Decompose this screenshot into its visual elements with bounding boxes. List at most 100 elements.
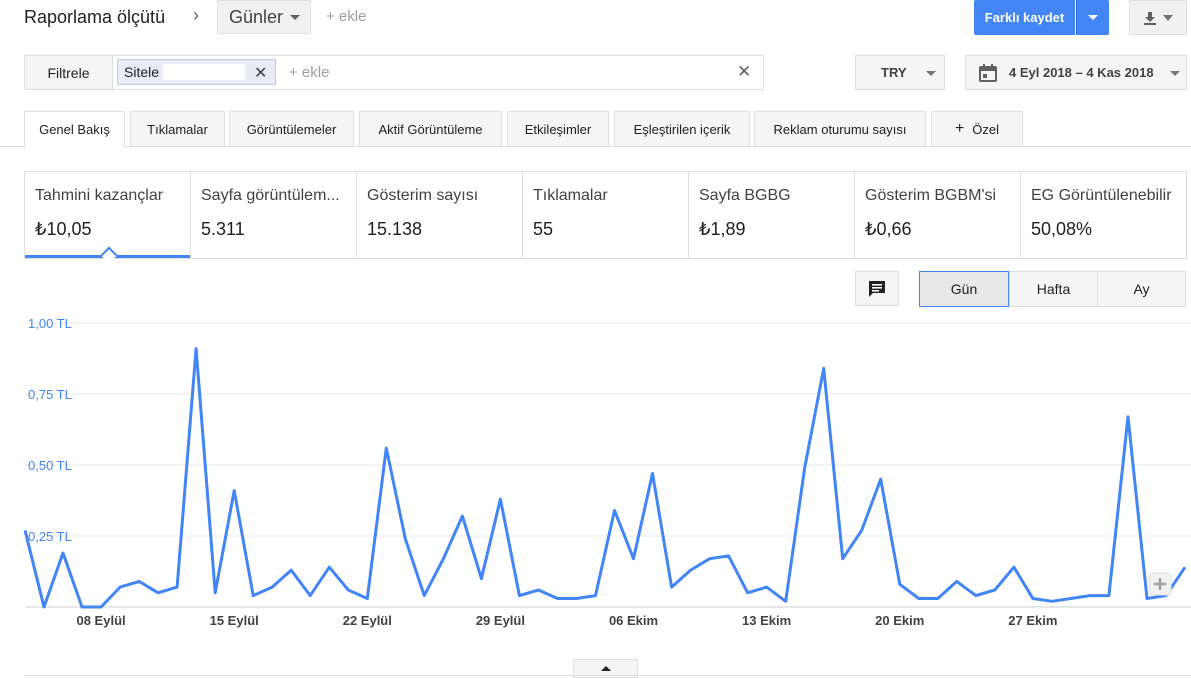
data-point[interactable]	[670, 585, 674, 589]
data-point[interactable]	[175, 585, 179, 589]
date-range-picker[interactable]: 4 Eyl 2018 – 4 Kas 2018	[965, 55, 1187, 90]
kpi-card-active-view-viewable[interactable]: EG Görüntülenebilir 50,08%	[1021, 172, 1187, 258]
tab-interactions[interactable]: Etkileşimler	[507, 111, 609, 147]
data-point[interactable]	[803, 466, 807, 470]
filter-chip[interactable]: Sitele	[117, 59, 276, 85]
kpi-label: Gösterim sayısı	[367, 187, 479, 204]
data-point[interactable]	[327, 565, 331, 569]
clear-filter-icon[interactable]: ✕	[737, 62, 751, 82]
data-point[interactable]	[384, 446, 388, 450]
data-point[interactable]	[632, 557, 636, 561]
granularity-day-button[interactable]: Gün	[919, 271, 1009, 307]
kpi-card-page-rpm[interactable]: Sayfa BGBG ₺1,89	[689, 172, 855, 258]
data-point[interactable]	[61, 551, 65, 555]
add-dimension-link[interactable]: + ekle	[326, 8, 366, 25]
data-point[interactable]	[422, 594, 426, 598]
kpi-value: 55	[533, 219, 554, 239]
tab-matched-content[interactable]: Eşleştirilen içerik	[614, 111, 750, 147]
data-point[interactable]	[232, 489, 236, 493]
data-point[interactable]	[403, 537, 407, 541]
data-point[interactable]	[955, 579, 959, 583]
data-point[interactable]	[346, 588, 350, 592]
kpi-card-estimated-earnings[interactable]: Tahmini kazançlar ₺10,05	[25, 172, 191, 258]
dimension-select[interactable]: Günler	[217, 0, 311, 34]
data-point[interactable]	[993, 588, 997, 592]
zoom-in-icon[interactable]	[1148, 572, 1172, 596]
data-point[interactable]	[479, 577, 483, 581]
kpi-value: 50,08%	[1031, 219, 1093, 239]
data-point[interactable]	[841, 557, 845, 561]
data-point[interactable]	[651, 472, 655, 476]
data-point[interactable]	[137, 579, 141, 583]
data-point[interactable]	[898, 582, 902, 586]
divider	[24, 675, 1191, 676]
data-point[interactable]	[80, 605, 84, 609]
tab-active-view[interactable]: Aktif Görüntüleme	[359, 111, 502, 147]
data-point[interactable]	[517, 594, 521, 598]
data-point[interactable]	[879, 477, 883, 481]
tab-clicks[interactable]: Tıklamalar	[130, 111, 225, 147]
kpi-card-clicks[interactable]: Tıklamalar 55	[523, 172, 689, 258]
tab-custom[interactable]: + Özel	[931, 111, 1023, 147]
data-point[interactable]	[308, 594, 312, 598]
data-point[interactable]	[1050, 599, 1054, 603]
series-line	[23, 347, 1187, 609]
granularity-week-button[interactable]: Hafta	[1009, 271, 1098, 307]
close-icon[interactable]: ✕	[254, 63, 267, 83]
data-point[interactable]	[441, 557, 445, 561]
data-point[interactable]	[1183, 565, 1187, 569]
data-point[interactable]	[251, 594, 255, 598]
tab-overview[interactable]: Genel Bakış	[24, 111, 125, 148]
kpi-card-impressions[interactable]: Gösterim sayısı 15.138	[357, 172, 523, 258]
data-point[interactable]	[213, 591, 217, 595]
data-point[interactable]	[784, 599, 788, 603]
data-point[interactable]	[289, 568, 293, 572]
data-point[interactable]	[555, 596, 559, 600]
add-filter-link[interactable]: + ekle	[289, 64, 329, 81]
data-point[interactable]	[1088, 594, 1092, 598]
earnings-line-chart: 1,00 TL 0,75 TL 0,50 TL 0,25 TL 08 Eylül 15 …	[23, 316, 1191, 628]
data-point[interactable]	[42, 605, 46, 609]
data-point[interactable]	[917, 596, 921, 600]
data-point[interactable]	[460, 514, 464, 518]
tab-ad-sessions[interactable]: Reklam oturumu sayısı	[754, 111, 926, 147]
data-point[interactable]	[746, 591, 750, 595]
data-point[interactable]	[270, 585, 274, 589]
filter-button[interactable]: Filtrele	[24, 55, 113, 90]
data-point[interactable]	[860, 528, 864, 532]
data-point[interactable]	[1031, 596, 1035, 600]
data-point[interactable]	[613, 508, 617, 512]
data-point[interactable]	[156, 591, 160, 595]
data-point[interactable]	[536, 588, 540, 592]
data-point[interactable]	[1126, 415, 1130, 419]
data-point[interactable]	[974, 594, 978, 598]
data-point[interactable]	[1107, 594, 1111, 598]
data-point[interactable]	[498, 497, 502, 501]
data-point[interactable]	[689, 568, 693, 572]
data-point[interactable]	[1069, 596, 1073, 600]
data-point[interactable]	[365, 596, 369, 600]
download-button[interactable]	[1129, 0, 1187, 35]
data-point[interactable]	[765, 585, 769, 589]
data-point[interactable]	[727, 554, 731, 558]
kpi-card-impression-rpm[interactable]: Gösterim BGBM'si ₺0,66	[855, 172, 1021, 258]
save-as-menu-button[interactable]	[1076, 0, 1109, 35]
kpi-card-page-views[interactable]: Sayfa görüntülem... 5.311	[191, 172, 357, 258]
data-point[interactable]	[593, 594, 597, 598]
data-point[interactable]	[194, 347, 198, 351]
data-point[interactable]	[1145, 596, 1149, 600]
granularity-month-button[interactable]: Ay	[1097, 271, 1186, 307]
tab-label: Aktif Görüntüleme	[378, 121, 483, 137]
data-point[interactable]	[574, 596, 578, 600]
data-point[interactable]	[23, 528, 27, 532]
data-point[interactable]	[936, 596, 940, 600]
data-point[interactable]	[708, 557, 712, 561]
save-as-button[interactable]: Farklı kaydet	[974, 0, 1075, 35]
data-point[interactable]	[99, 605, 103, 609]
annotation-button[interactable]	[855, 271, 899, 306]
tab-page-views[interactable]: Görüntülemeler	[229, 111, 354, 147]
data-point[interactable]	[118, 585, 122, 589]
data-point[interactable]	[822, 366, 826, 370]
currency-select[interactable]: TRY	[855, 55, 945, 90]
data-point[interactable]	[1012, 565, 1016, 569]
